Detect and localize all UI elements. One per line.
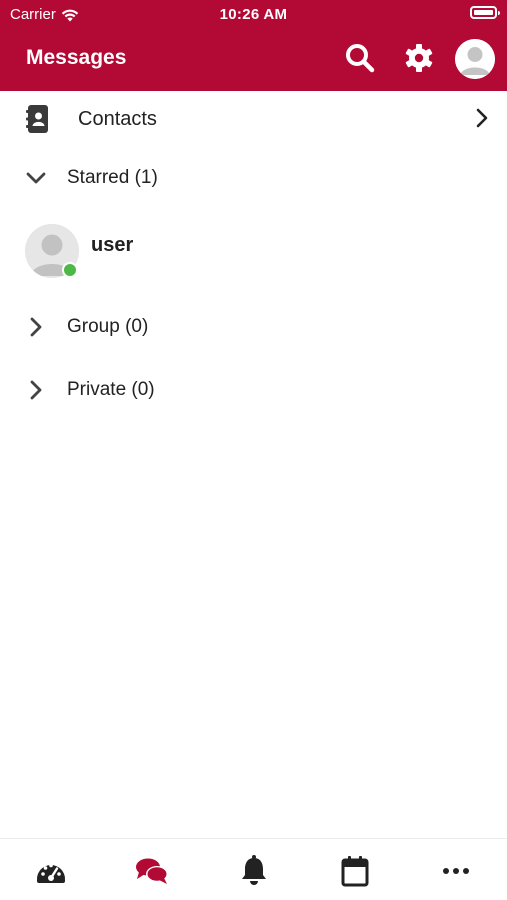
- chevron-down-icon: [26, 172, 46, 184]
- group-label: Group (0): [67, 316, 149, 337]
- private-section-header[interactable]: Private (0): [0, 372, 507, 408]
- contacts-row[interactable]: Contacts: [0, 96, 507, 142]
- group-section-header[interactable]: Group (0): [0, 309, 507, 345]
- search-button[interactable]: [342, 40, 378, 76]
- search-icon: [346, 44, 375, 73]
- chevron-right-icon: [30, 380, 42, 400]
- starred-user-item[interactable]: user: [0, 218, 507, 282]
- calendar-icon: [341, 856, 369, 887]
- tab-messages[interactable]: [135, 855, 169, 887]
- starred-label: Starred (1): [67, 167, 158, 188]
- more-icon: [443, 868, 469, 874]
- private-label: Private (0): [67, 379, 155, 400]
- tab-dashboard[interactable]: [34, 855, 68, 887]
- user-name: user: [91, 234, 134, 256]
- app-header: Carrier 10:26 AM Messages: [0, 0, 507, 91]
- online-status-dot: [62, 262, 78, 278]
- starred-section-header[interactable]: Starred (1): [0, 160, 507, 196]
- profile-avatar-button[interactable]: [455, 39, 495, 79]
- dashboard-icon: [37, 863, 65, 883]
- chevron-right-icon: [30, 317, 42, 337]
- chevron-right-icon: [476, 108, 488, 128]
- address-book-icon: [26, 105, 48, 133]
- tab-calendar[interactable]: [338, 855, 372, 887]
- status-bar: Carrier 10:26 AM: [0, 0, 507, 28]
- tab-notifications[interactable]: [237, 855, 271, 887]
- contacts-label: Contacts: [78, 108, 157, 130]
- page-title: Messages: [26, 46, 127, 69]
- settings-button[interactable]: [401, 40, 437, 76]
- gear-icon: [405, 44, 433, 72]
- bottom-tab-bar: [0, 838, 507, 900]
- user-avatar-icon: [455, 39, 495, 79]
- battery-icon: [470, 6, 500, 19]
- tab-more[interactable]: [439, 855, 473, 887]
- bell-icon: [242, 855, 266, 885]
- messages-icon: [136, 858, 168, 884]
- status-time: 10:26 AM: [219, 6, 288, 23]
